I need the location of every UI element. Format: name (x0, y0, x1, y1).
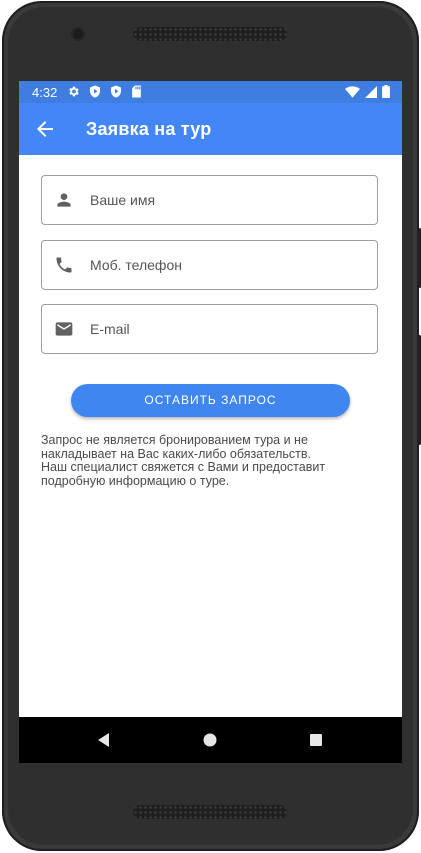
system-nav-bar (19, 717, 402, 763)
email-input[interactable] (90, 305, 370, 353)
disclaimer-line: накладывает на Вас каких-либо обязательс… (41, 446, 311, 461)
play-protect-icon (89, 85, 101, 98)
status-bar: 4:32 (19, 81, 402, 103)
back-triangle-icon[interactable] (94, 730, 114, 750)
name-field[interactable] (41, 175, 378, 225)
person-icon (54, 190, 74, 210)
app-bar: Заявка на тур (19, 103, 402, 155)
arrow-back-icon[interactable] (33, 117, 57, 141)
sd-card-icon (131, 85, 142, 98)
disclaimer-text: Запрос не является бронированием тура и … (41, 433, 361, 488)
disclaimer-line: подробную информацию о туре. (41, 473, 230, 488)
status-time: 4:32 (32, 85, 58, 100)
page-title: Заявка на тур (86, 119, 212, 139)
bottom-speaker (133, 805, 287, 819)
wifi-icon (345, 85, 360, 98)
signal-icon (365, 85, 377, 98)
disclaimer-line: Наш специалист свяжется с Вами и предост… (41, 460, 326, 475)
phone-field[interactable] (41, 240, 378, 290)
email-icon (54, 319, 74, 339)
email-field[interactable] (41, 304, 378, 354)
play-protect-icon (110, 85, 122, 98)
settings-icon (67, 85, 80, 98)
phone-input[interactable] (90, 241, 370, 289)
submit-request-button[interactable]: ОСТАВИТЬ ЗАПРОС (71, 384, 350, 417)
recents-square-icon[interactable] (306, 730, 326, 750)
status-system-icons (345, 85, 390, 98)
screen: 4:32 Заявка на тур Ваше имя Моб. телефон… (19, 81, 402, 717)
home-circle-icon[interactable] (200, 730, 220, 750)
disclaimer-line: Запрос не является бронированием тура и … (41, 433, 308, 447)
top-speaker (133, 27, 287, 41)
battery-icon (382, 85, 390, 98)
status-notification-icons (67, 85, 142, 98)
front-camera (73, 29, 83, 39)
phone-icon (54, 255, 74, 275)
name-input[interactable] (90, 176, 370, 224)
